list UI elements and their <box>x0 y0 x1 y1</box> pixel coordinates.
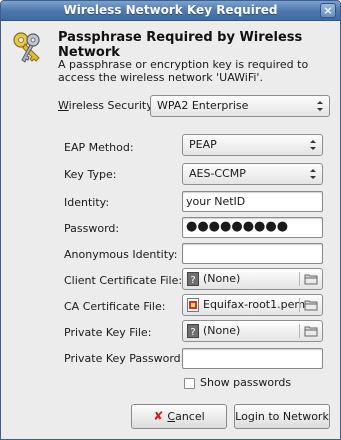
show-passwords-checkbox[interactable] <box>184 378 195 389</box>
wireless-security-select[interactable]: WPA2 Enterprise <box>150 95 330 117</box>
eap-method-value: PEAP <box>189 138 217 151</box>
folder-icon <box>304 274 318 285</box>
ca-cert-label: CA Certificate File: <box>64 300 166 313</box>
private-key-label: Private Key File: <box>64 326 152 339</box>
separator <box>299 324 300 338</box>
ca-cert-chooser[interactable]: Equifax-root1.pem <box>182 294 323 316</box>
anonymous-identity-input[interactable] <box>182 243 323 264</box>
password-label: Password: <box>64 222 120 235</box>
combo-arrows-icon <box>310 169 316 179</box>
login-button[interactable]: Login to Network <box>234 404 330 429</box>
key-type-select[interactable]: AES-CCMP <box>182 163 323 185</box>
show-passwords-label[interactable]: Show passwords <box>200 376 291 389</box>
cancel-button[interactable]: ✘ Cancel <box>131 404 227 429</box>
identity-input[interactable]: your NetID <box>182 191 323 212</box>
client-cert-label: Client Certificate File: <box>64 274 183 287</box>
dialog-heading: Passphrase Required by Wireless Network <box>58 30 303 60</box>
private-key-password-input[interactable] <box>182 348 323 369</box>
window-title: Wireless Network Key Required <box>63 3 278 17</box>
separator <box>299 298 300 312</box>
dialog-window: Wireless Network Key Required × Passphra… <box>0 0 341 440</box>
combo-arrows-icon <box>317 101 323 111</box>
client-cert-chooser[interactable]: ? (None) <box>182 268 323 290</box>
keys-icon <box>13 32 40 63</box>
folder-icon <box>304 300 318 311</box>
combo-arrows-icon <box>310 140 316 150</box>
unknown-file-icon: ? <box>187 324 199 338</box>
client-cert-value: (None) <box>203 272 241 285</box>
cancel-icon: ✘ <box>153 409 164 423</box>
folder-icon <box>304 326 318 337</box>
anonymous-identity-label: Anonymous Identity: <box>64 248 178 261</box>
private-key-value: (None) <box>203 324 241 337</box>
certificate-file-icon <box>187 298 199 312</box>
password-input[interactable]: ●●●●●●●●● <box>182 217 323 238</box>
identity-label: Identity: <box>64 196 110 209</box>
eap-method-label: EAP Method: <box>64 141 134 154</box>
close-icon: × <box>323 4 333 17</box>
ca-cert-value: Equifax-root1.pem <box>203 298 306 311</box>
title-bar[interactable]: Wireless Network Key Required × <box>1 1 340 21</box>
private-key-password-label: Private Key Password: <box>64 352 185 365</box>
separator <box>299 272 300 286</box>
eap-method-select[interactable]: PEAP <box>182 134 323 156</box>
wireless-security-label: Wireless Security: <box>58 99 156 112</box>
key-type-label: Key Type: <box>64 168 117 181</box>
svg-text:?: ? <box>190 327 195 338</box>
unknown-file-icon: ? <box>187 272 199 286</box>
dialog-description: A passphrase or encryption key is requir… <box>58 58 309 84</box>
wireless-security-value: WPA2 Enterprise <box>157 99 249 112</box>
svg-text:?: ? <box>190 275 195 286</box>
private-key-chooser[interactable]: ? (None) <box>182 320 323 342</box>
close-button[interactable]: × <box>320 3 336 18</box>
key-type-value: AES-CCMP <box>189 167 246 180</box>
